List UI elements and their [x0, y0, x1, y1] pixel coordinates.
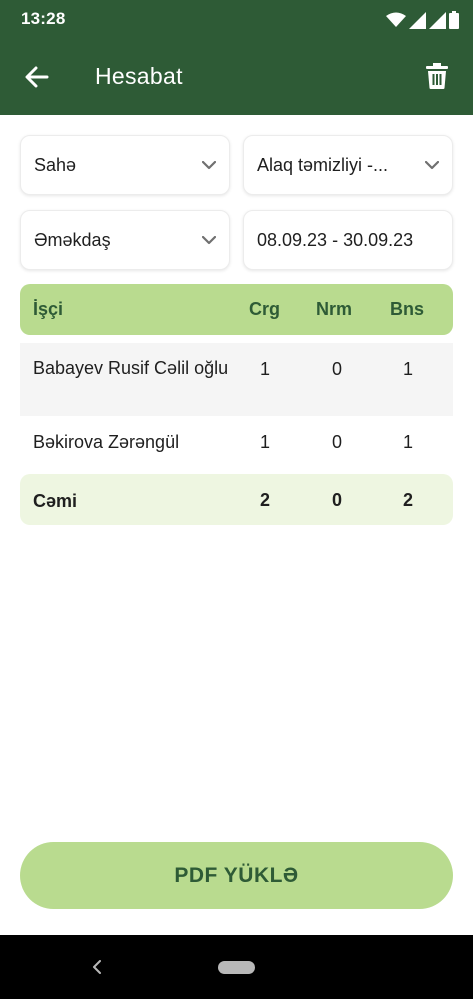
arrow-left-icon: [25, 66, 49, 88]
status-icons: [386, 11, 459, 29]
worker-name: Babayev Rusif Cəlil oğlu: [33, 358, 229, 378]
date-range-value: 08.09.23 - 30.09.23: [257, 229, 414, 250]
total-crg-value: 2: [259, 490, 270, 510]
delete-button[interactable]: [421, 58, 453, 94]
total-row: Cəmi 2 0 2: [20, 474, 453, 525]
work-type-select[interactable]: Alaq təmizliyi -...: [243, 135, 453, 195]
page-title: Hesabat: [95, 63, 183, 89]
work-type-select-value: Alaq təmizliyi -...: [257, 154, 389, 175]
column-header-crg: Crg: [249, 299, 280, 319]
employee-select[interactable]: Əməkdaş: [20, 210, 230, 270]
employee-select-value: Əməkdaş: [34, 229, 111, 250]
chevron-down-icon: [424, 157, 440, 173]
bns-value: 1: [402, 359, 413, 379]
chevron-down-icon: [201, 157, 217, 173]
chevron-down-icon: [201, 232, 217, 248]
crg-value: 1: [259, 359, 270, 379]
column-header-bns: Bns: [390, 299, 425, 319]
nrm-value: 0: [331, 432, 342, 452]
app-bar: Hesabat: [0, 38, 473, 115]
crg-value: 1: [259, 432, 270, 452]
system-nav-bar: [0, 935, 473, 999]
pdf-download-button[interactable]: PDF YÜKLƏ: [20, 842, 453, 909]
field-select-value: Sahə: [34, 154, 77, 175]
total-bns-value: 2: [402, 490, 413, 510]
signal-icon-secondary: [429, 11, 446, 29]
status-bar: 13:28: [0, 0, 473, 38]
worker-name: Bəkirova Zərəngül: [33, 432, 180, 452]
battery-icon: [449, 11, 459, 29]
date-range-field[interactable]: 08.09.23 - 30.09.23: [243, 210, 453, 270]
nav-back-button[interactable]: [88, 958, 106, 976]
wifi-icon: [386, 12, 406, 27]
total-label: Cəmi: [33, 491, 78, 511]
nav-home-pill[interactable]: [218, 961, 255, 974]
table-header: İşçi Crg Nrm Bns: [20, 284, 453, 335]
field-select[interactable]: Sahə: [20, 135, 230, 195]
table-row: Bəkirova Zərəngül 1 0 1: [20, 416, 453, 468]
column-header-nrm: Nrm: [316, 299, 353, 319]
table-row: Babayev Rusif Cəlil oğlu 1 0 1: [20, 343, 453, 416]
column-header-worker: İşçi: [33, 299, 64, 319]
back-button[interactable]: [20, 60, 54, 94]
nrm-value: 0: [331, 359, 342, 379]
total-nrm-value: 0: [331, 490, 342, 510]
trash-icon: [426, 63, 448, 89]
status-time: 13:28: [21, 9, 66, 28]
chevron-left-icon: [93, 960, 101, 974]
bns-value: 1: [402, 432, 413, 452]
signal-icon: [409, 11, 426, 29]
